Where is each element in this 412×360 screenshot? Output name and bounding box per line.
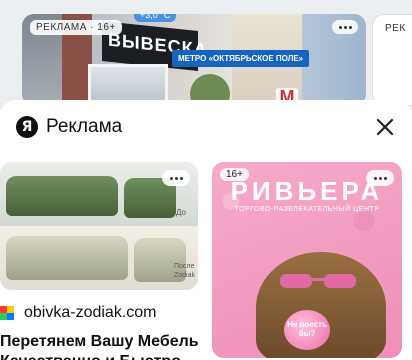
more-options-icon[interactable]	[162, 170, 190, 186]
sheet-title: Реклама	[46, 116, 123, 137]
riviera-subtitle: ТОРГОВО-РАЗВЛЕКАТЕЛЬНЫЙ ЦЕНТР	[234, 206, 380, 213]
ad-card-riviera[interactable]: РИВЬЕРА ТОРГОВО-РАЗВЛЕКАТЕЛЬНЫЙ ЦЕНТР Не…	[212, 162, 402, 358]
close-icon[interactable]	[374, 116, 396, 138]
beige-sofa	[6, 236, 128, 280]
ad-label-badge-2: РЕК	[385, 23, 406, 34]
green-sofa	[6, 176, 118, 216]
metro-sign: МЕТРО «ОКТЯБРЬСКОЕ ПОЛЕ»	[172, 50, 310, 67]
ad-domain[interactable]: obivka-zodiak.com	[24, 304, 157, 322]
age-rating-badge: 16+	[220, 168, 249, 181]
ad-domain-row[interactable]: obivka-zodiak.com	[0, 304, 157, 322]
more-options-icon[interactable]	[332, 20, 358, 34]
favicon-icon	[0, 306, 14, 320]
more-options-icon[interactable]	[366, 170, 394, 186]
ad-label-badge: РЕКЛАМА · 16+	[30, 20, 122, 35]
sheet-header: Я Реклама	[16, 114, 122, 140]
ad-title[interactable]: Перетянем Вашу Мебель Качественно и Быст…	[0, 332, 205, 360]
weather-pill: +3,0 °C	[134, 14, 177, 22]
background-ad-card[interactable]: ВЫВЕСКА МЕТРО «ОКТЯБРЬСКОЕ ПОЛЕ» М РЕКЛА…	[22, 14, 366, 106]
ad-card-furniture[interactable]: До После Zodiak	[0, 162, 198, 290]
sunglasses-icon	[280, 274, 356, 288]
bubble-gum: Не поесть бы?	[284, 310, 330, 350]
yandex-logo-icon: Я	[16, 116, 38, 138]
background-page: ВЫВЕСКА МЕТРО «ОКТЯБРЬСКОЕ ПОЛЕ» М РЕКЛА…	[0, 0, 412, 110]
caption-before: До	[176, 208, 186, 217]
caption-after: После Zodiak	[174, 263, 196, 279]
ad-bottom-sheet: Я Реклама До После Zodiak РИВЬЕРА ТОРГОВ…	[0, 100, 412, 360]
background-ad-card-2[interactable]: РЕК	[372, 14, 412, 106]
